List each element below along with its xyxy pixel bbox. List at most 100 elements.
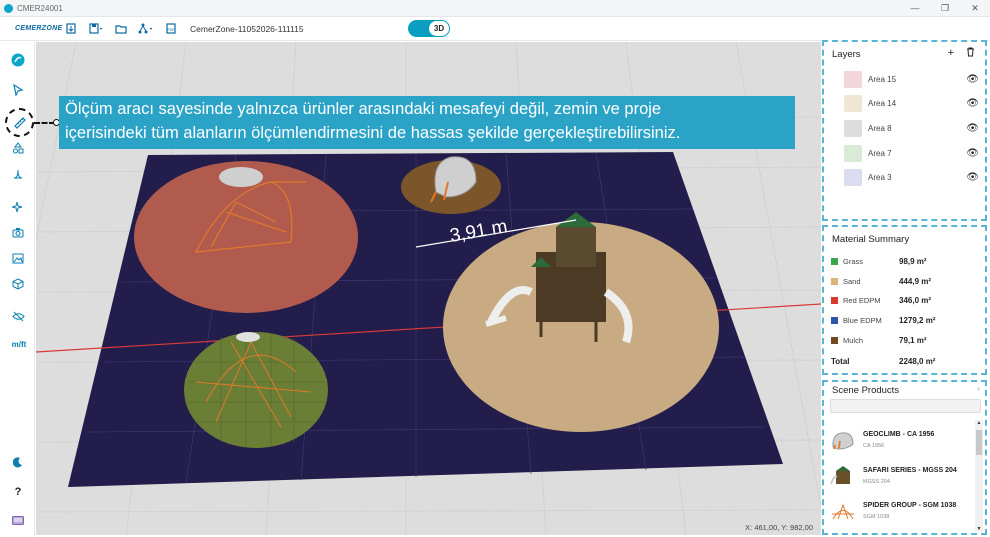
product-name: SAFARI SERIES - MGSS 204 [863,467,957,474]
material-value: 1279,2 m² [899,315,936,325]
material-value: 444,9 m² [899,276,932,286]
scroll-up-icon[interactable]: ▲ [975,420,983,426]
scene-products-title: Scene Products [832,385,900,396]
svg-text:PDF: PDF [168,28,175,32]
eye-icon[interactable]: 👁 [966,74,979,85]
hide-icon[interactable] [8,306,28,326]
product-code: SGM 1038 [863,514,890,520]
app-icon [4,3,13,13]
material-total: Total 2248,0 m² [831,357,981,366]
pdf-icon[interactable]: PDF [160,20,182,38]
layer-label: Area 14 [868,98,897,108]
material-name: Red EDPM [843,295,881,305]
material-row: Red EDPM 346,0 m² [831,291,981,309]
ruler-icon [13,116,26,129]
layer-row[interactable]: Area 14 👁 [844,93,979,113]
product-item[interactable]: SPIDER GROUP - SGM 1038 SGM 1038 [830,496,970,530]
view-mode-label: 3D [429,21,449,36]
callout-connector [34,122,55,124]
eye-icon[interactable]: 👁 [966,123,979,134]
material-swatch [831,257,838,265]
total-value: 2248,0 m² [899,357,936,366]
product-thumbnail [832,432,854,450]
share-icon[interactable] [135,20,157,38]
tooltip-line-1: Ölçüm aracı sayesinde yalnızca ürünler a… [65,100,662,118]
layer-row[interactable]: Area 3 👁 [844,167,979,187]
layer-row[interactable]: Area 7 👁 [844,143,979,163]
layer-label: Area 3 [868,172,892,182]
material-swatch [831,296,838,304]
dark-mode-icon[interactable] [8,452,28,472]
help-icon[interactable]: ? [8,482,28,502]
measure-tool-button[interactable] [5,108,34,137]
image-icon[interactable] [8,248,28,268]
eye-icon[interactable]: 👁 [966,98,979,109]
material-row: Grass 98,9 m² [831,252,981,270]
layer-row[interactable]: Area 15 👁 [844,69,979,89]
open-folder-icon[interactable] [110,20,132,38]
product-search-input[interactable] [830,399,981,413]
camera-icon[interactable] [8,222,28,242]
save-icon[interactable] [85,20,107,38]
export-icon[interactable] [60,20,82,38]
layer-swatch [844,70,862,88]
layer-label: Area 7 [868,148,892,158]
material-swatch [831,316,838,324]
material-value: 98,9 m² [899,256,927,266]
cursor-coordinates: X: 461,00, Y: 982,00 [745,523,813,532]
total-label: Total [831,357,850,366]
feature-tooltip: Ölçüm aracı sayesinde yalnızca ürünler a… [59,96,795,149]
restore-icon[interactable]: ❐ [930,0,960,17]
title-bar: CMER24001 — ❐ ✕ [0,0,990,17]
material-value: 346,0 m² [899,295,932,305]
scrollbar-thumb[interactable] [976,430,982,455]
layer-label: Area 15 [868,74,897,84]
product-code: CA 1956 [863,443,885,449]
scene-products-panel: Scene Products ‹ GEOCLIMB - CA 1956 CA 1… [822,380,987,535]
product-item[interactable]: GEOCLIMB - CA 1956 CA 1956 [830,425,970,459]
view-mode-toggle[interactable]: 3D [408,20,450,37]
material-name: Grass [843,256,864,266]
layer-swatch [844,119,862,137]
layer-swatch [844,144,862,162]
scroll-down-icon[interactable]: ▼ [975,526,983,532]
slide-icon[interactable] [8,164,28,184]
window-title: CMER24001 [17,3,63,13]
toolbar: CEMERZONE PDF CemerZone-11052026-111115 … [0,17,990,41]
shapes-icon[interactable] [8,138,28,158]
brand-icon[interactable] [8,50,28,70]
layer-swatch [844,94,862,112]
eye-icon[interactable]: 👁 [966,172,979,183]
minimize-icon[interactable]: — [900,0,930,17]
cube-icon[interactable] [8,274,28,294]
layer-row[interactable]: Area 8 👁 [844,118,979,138]
sparkle-icon[interactable] [8,197,28,217]
project-title: CemerZone-11052026-111115 [190,23,304,34]
material-name: Blue EDPM [843,315,882,325]
material-name: Sand [843,276,861,286]
material-value: 79,1 m² [899,335,927,345]
pointer-icon[interactable] [8,80,28,100]
add-layer-icon[interactable]: + [948,47,954,60]
layer-swatch [844,168,862,186]
product-list-scrollbar[interactable]: ▲ ▼ [975,420,983,532]
eye-icon[interactable]: 👁 [966,148,979,159]
product-item[interactable]: SAFARI SERIES - MGSS 204 MGSS 204 [830,461,970,495]
grass-area [184,332,328,448]
product-thumbnail [832,503,854,520]
delete-layer-icon[interactable] [966,47,975,60]
keyboard-icon[interactable] [8,510,28,530]
material-summary-title: Material Summary [832,234,910,245]
close-icon[interactable]: ✕ [960,0,990,17]
tooltip-line-2: içerisindeki tüm alanların ölçümlendirme… [65,124,681,142]
product-thumbnail [830,466,850,485]
material-name: Mulch [843,335,864,345]
product-name: GEOCLIMB - CA 1956 [863,431,935,438]
material-swatch [831,336,838,344]
material-summary-panel: Material Summary Grass 98,9 m² Sand 444,… [822,225,987,375]
collapse-icon[interactable]: ‹ [977,384,980,393]
logo: CEMERZONE [15,25,63,32]
material-row: Sand 444,9 m² [831,272,981,290]
units-toggle[interactable]: m/ft [8,334,30,354]
window-controls: — ❐ ✕ [900,0,990,17]
